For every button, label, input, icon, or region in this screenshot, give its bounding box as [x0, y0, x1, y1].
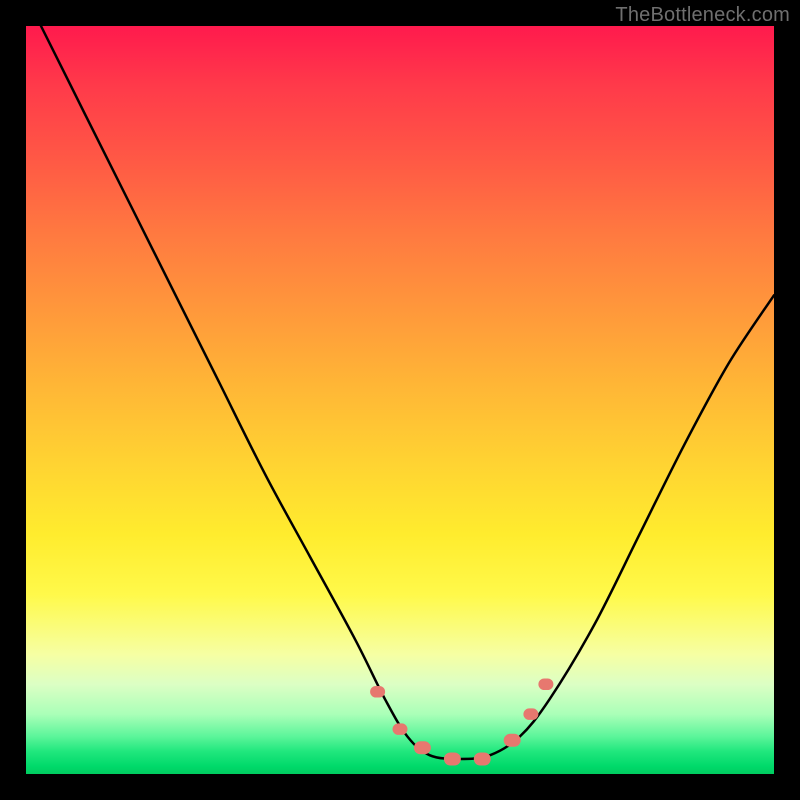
plot-area	[26, 26, 774, 774]
bottleneck-curve	[41, 26, 774, 759]
watermark-text: TheBottleneck.com	[615, 4, 790, 27]
chart-frame: TheBottleneck.com	[0, 0, 800, 800]
curve-bead	[444, 753, 460, 765]
curve-bead	[539, 679, 553, 690]
curve-bead	[504, 734, 520, 746]
curve-bead	[414, 742, 430, 754]
curve-bead	[524, 709, 538, 720]
curve-svg	[26, 26, 774, 774]
curve-bead	[371, 687, 385, 698]
curve-bead	[474, 753, 490, 765]
curve-bead	[393, 724, 407, 735]
